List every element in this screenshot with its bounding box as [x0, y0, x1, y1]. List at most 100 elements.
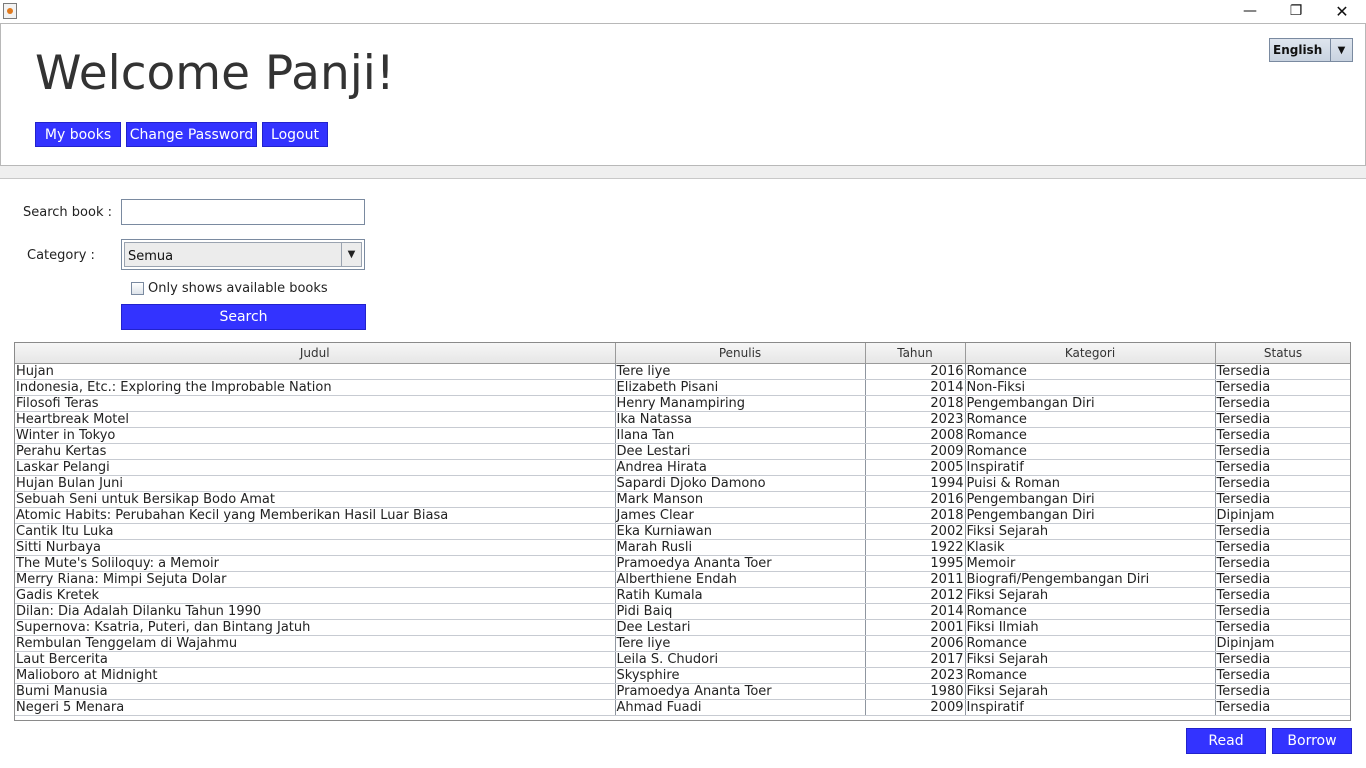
cell-penulis: Sapardi Djoko Damono: [615, 475, 866, 492]
cell-tahun: 2023: [865, 411, 966, 428]
cell-kategori: Romance: [965, 411, 1216, 428]
language-select[interactable]: English ▼: [1269, 38, 1353, 62]
column-header-judul[interactable]: Judul: [15, 343, 616, 364]
cell-kategori: Romance: [965, 363, 1216, 380]
chevron-down-icon[interactable]: ▼: [1330, 39, 1352, 61]
cell-penulis: Ahmad Fuadi: [615, 699, 866, 716]
cell-judul: Rembulan Tenggelam di Wajahmu: [15, 635, 616, 652]
table-row[interactable]: Atomic Habits: Perubahan Kecil yang Memb…: [15, 507, 1350, 524]
cell-tahun: 2018: [865, 395, 966, 412]
cell-penulis: Dee Lestari: [615, 619, 866, 636]
my-books-button[interactable]: My books: [35, 122, 121, 147]
available-only-label[interactable]: Only shows available books: [148, 281, 328, 296]
table-row[interactable]: Laskar Pelangi Andrea Hirata 2005 Inspirati…: [15, 459, 1350, 476]
cell-status: Tersedia: [1215, 699, 1350, 716]
category-select[interactable]: Semua ▼: [121, 239, 365, 270]
cell-kategori: Fiksi Sejarah: [965, 683, 1216, 700]
cell-kategori: Memoir: [965, 555, 1216, 572]
read-button[interactable]: Read: [1186, 728, 1266, 754]
table-row[interactable]: Bumi Manusia Pramoedya Ananta Toer 1980 Fik…: [15, 683, 1350, 700]
cell-status: Tersedia: [1215, 571, 1350, 588]
table-row[interactable]: Merry Riana: Mimpi Sejuta Dolar Alberthie…: [15, 571, 1350, 588]
table-row[interactable]: Indonesia, Etc.: Exploring the Improbabl…: [15, 379, 1350, 396]
cell-kategori: Non-Fiksi: [965, 379, 1216, 396]
cell-judul: Winter in Tokyo: [15, 427, 616, 444]
cell-judul: Hujan: [15, 363, 616, 380]
table-row[interactable]: Winter in Tokyo Ilana Tan 2008 Romance Terse…: [15, 427, 1350, 444]
cell-status: Tersedia: [1215, 363, 1350, 380]
table-row[interactable]: Laut Bercerita Leila S. Chudori 2017 Fiksi …: [15, 651, 1350, 668]
table-row[interactable]: Perahu Kertas Dee Lestari 2009 Romance Terse…: [15, 443, 1350, 460]
cell-status: Tersedia: [1215, 491, 1350, 508]
cell-kategori: Biografi/Pengembangan Diri: [965, 571, 1216, 588]
cell-kategori: Romance: [965, 443, 1216, 460]
cell-kategori: Puisi & Roman: [965, 475, 1216, 492]
table-row[interactable]: Negeri 5 Menara Ahmad Fuadi 2009 Inspiratif…: [15, 699, 1350, 716]
language-selected-value: English: [1273, 43, 1323, 57]
cell-status: Tersedia: [1215, 555, 1350, 572]
category-selected-value: Semua: [128, 249, 174, 264]
search-label: Search book :: [23, 205, 112, 220]
column-header-status[interactable]: Status: [1215, 343, 1350, 364]
search-button[interactable]: Search: [121, 304, 366, 330]
cell-tahun: 1980: [865, 683, 966, 700]
cell-tahun: 2014: [865, 379, 966, 396]
logout-button[interactable]: Logout: [262, 122, 328, 147]
cell-status: Tersedia: [1215, 411, 1350, 428]
cell-status: Tersedia: [1215, 379, 1350, 396]
cell-judul: Bumi Manusia: [15, 683, 616, 700]
table-row[interactable]: Filosofi Teras Henry Manampiring 2018 Penge…: [15, 395, 1350, 412]
cell-tahun: 2009: [865, 699, 966, 716]
cell-penulis: Pidi Baiq: [615, 603, 866, 620]
cell-kategori: Romance: [965, 603, 1216, 620]
table-row[interactable]: Malioboro at Midnight Skysphire 2023 Romanc…: [15, 667, 1350, 684]
table-row[interactable]: Supernova: Ksatria, Puteri, dan Bintang …: [15, 619, 1350, 636]
column-header-kategori[interactable]: Kategori: [965, 343, 1216, 364]
cell-kategori: Pengembangan Diri: [965, 395, 1216, 412]
table-row[interactable]: Hujan Bulan Juni Sapardi Djoko Damono 1994…: [15, 475, 1350, 492]
cell-status: Tersedia: [1215, 603, 1350, 620]
cell-penulis: Skysphire: [615, 667, 866, 684]
cell-status: Tersedia: [1215, 459, 1350, 476]
cell-penulis: Andrea Hirata: [615, 459, 866, 476]
table-row[interactable]: Sebuah Seni untuk Bersikap Bodo Amat Mark…: [15, 491, 1350, 508]
search-input[interactable]: [121, 199, 365, 225]
cell-judul: Merry Riana: Mimpi Sejuta Dolar: [15, 571, 616, 588]
table-row[interactable]: Rembulan Tenggelam di Wajahmu Tere liye 20…: [15, 635, 1350, 652]
cell-penulis: Tere liye: [615, 363, 866, 380]
cell-tahun: 2018: [865, 507, 966, 524]
chevron-down-icon[interactable]: ▼: [341, 243, 361, 266]
available-only-checkbox[interactable]: [131, 282, 144, 295]
borrow-button[interactable]: Borrow: [1272, 728, 1352, 754]
table-row[interactable]: The Mute's Soliloquy: a Memoir Pramoedya …: [15, 555, 1350, 572]
cell-judul: Filosofi Teras: [15, 395, 616, 412]
cell-penulis: Pramoedya Ananta Toer: [615, 555, 866, 572]
table-row[interactable]: Hujan Tere liye 2016 Romance Tersedia: [15, 363, 1350, 380]
table-row[interactable]: Dilan: Dia Adalah Dilanku Tahun 1990 Pidi…: [15, 603, 1350, 620]
cell-kategori: Klasik: [965, 539, 1216, 556]
cell-penulis: Henry Manampiring: [615, 395, 866, 412]
title-bar: — ❐ ✕: [0, 0, 1366, 23]
cell-tahun: 2023: [865, 667, 966, 684]
restore-button[interactable]: ❐: [1273, 0, 1319, 22]
table-row[interactable]: Cantik Itu Luka Eka Kurniawan 2002 Fiksi Se…: [15, 523, 1350, 540]
welcome-heading: Welcome Panji!: [35, 46, 395, 101]
cell-kategori: Inspiratif: [965, 459, 1216, 476]
cell-judul: Laut Bercerita: [15, 651, 616, 668]
close-button[interactable]: ✕: [1319, 0, 1365, 22]
cell-status: Dipinjam: [1215, 635, 1350, 652]
cell-penulis: James Clear: [615, 507, 866, 524]
minimize-button[interactable]: —: [1227, 0, 1273, 22]
cell-penulis: Leila S. Chudori: [615, 651, 866, 668]
table-row[interactable]: Sitti Nurbaya Marah Rusli 1922 Klasik Tersed…: [15, 539, 1350, 556]
column-header-tahun[interactable]: Tahun: [865, 343, 966, 364]
cell-kategori: Pengembangan Diri: [965, 491, 1216, 508]
cell-penulis: Ika Natassa: [615, 411, 866, 428]
table-row[interactable]: Heartbreak Motel Ika Natassa 2023 Romance Te…: [15, 411, 1350, 428]
cell-status: Tersedia: [1215, 683, 1350, 700]
table-row[interactable]: Gadis Kretek Ratih Kumala 2012 Fiksi Sejara…: [15, 587, 1350, 604]
cell-kategori: Romance: [965, 667, 1216, 684]
change-password-button[interactable]: Change Password: [126, 122, 257, 147]
column-header-penulis[interactable]: Penulis: [615, 343, 866, 364]
cell-judul: Gadis Kretek: [15, 587, 616, 604]
